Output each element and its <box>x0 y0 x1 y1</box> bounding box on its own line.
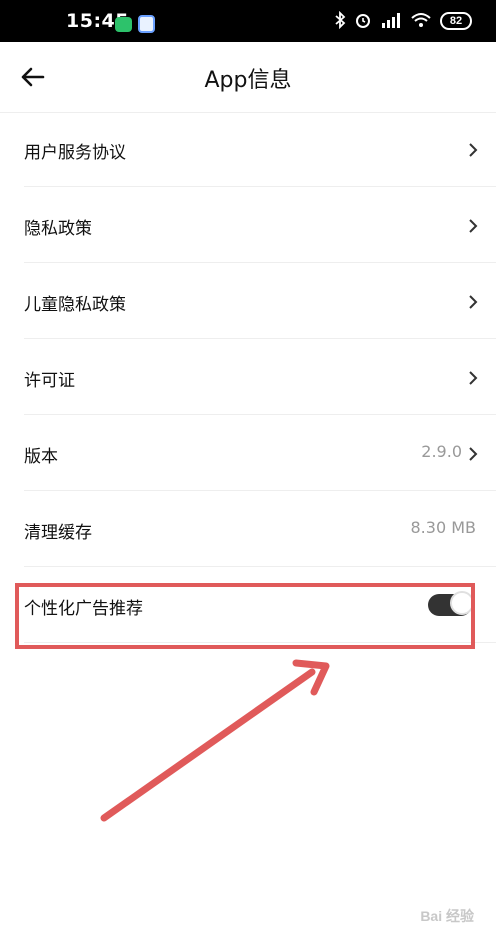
settings-list: 用户服务协议 隐私政策 儿童隐私政策 许可证 版本 2.9.0 清理缓存 8.3… <box>0 111 496 643</box>
list-item-label: 隐私政策 <box>24 219 92 239</box>
status-bar: 15:45 82 <box>0 0 496 42</box>
version-value: 2.9.0 <box>421 442 462 461</box>
wifi-icon <box>410 11 432 32</box>
list-item-license[interactable]: 许可证 <box>24 339 496 415</box>
list-item-label: 清理缓存 <box>24 523 92 543</box>
watermark-logo: Bai 经验 <box>420 908 474 924</box>
list-item-label: 用户服务协议 <box>24 143 126 163</box>
battery-icon: 82 <box>440 12 472 30</box>
chevron-right-icon <box>469 295 478 309</box>
list-item-privacy-policy[interactable]: 隐私政策 <box>24 187 496 263</box>
status-icons: 82 <box>334 10 472 32</box>
list-item-label: 儿童隐私政策 <box>24 295 126 315</box>
chevron-right-icon <box>469 143 478 157</box>
chevron-right-icon <box>469 219 478 233</box>
alarm-icon <box>354 11 372 32</box>
list-item-child-privacy[interactable]: 儿童隐私政策 <box>24 263 496 339</box>
highlight-box <box>15 583 475 649</box>
hd-signal-icon <box>380 11 402 32</box>
page-title: App信息 <box>204 68 292 93</box>
wechat-icon <box>115 17 132 32</box>
list-item-user-agreement[interactable]: 用户服务协议 <box>24 111 496 187</box>
chevron-right-icon <box>469 447 478 461</box>
list-item-label: 许可证 <box>24 371 75 391</box>
app-bar: App信息 <box>0 42 496 113</box>
bluetooth-icon <box>334 10 346 32</box>
app-icon <box>138 15 155 33</box>
list-item-version[interactable]: 版本 2.9.0 <box>24 415 496 491</box>
list-item-clear-cache[interactable]: 清理缓存 8.30 MB <box>24 491 496 567</box>
list-item-label: 版本 <box>24 447 58 467</box>
cache-size-value: 8.30 MB <box>410 518 477 537</box>
chevron-right-icon <box>469 371 478 385</box>
